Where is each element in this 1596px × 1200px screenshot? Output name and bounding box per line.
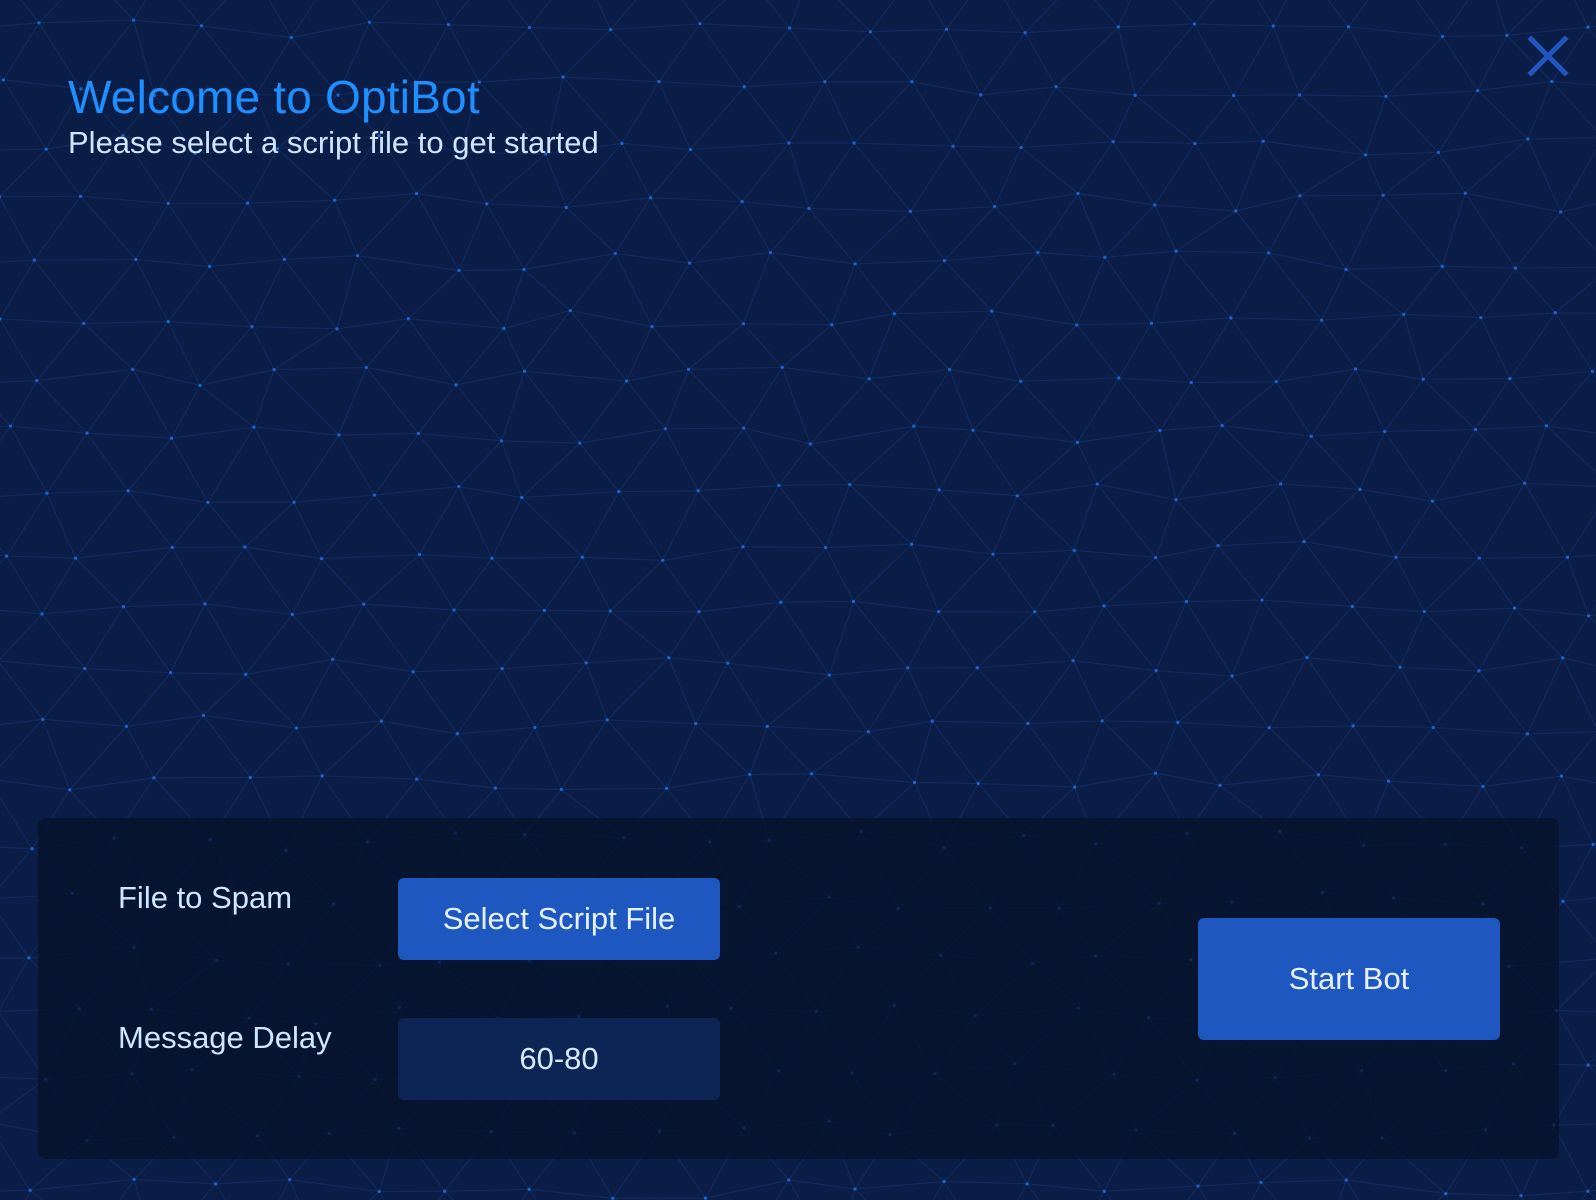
close-button[interactable]	[1526, 34, 1570, 78]
file-to-spam-label: File to Spam	[118, 880, 293, 915]
control-panel: File to Spam Select Script File Message …	[38, 818, 1559, 1159]
close-icon	[1527, 35, 1569, 77]
select-script-file-button[interactable]: Select Script File	[398, 878, 720, 960]
start-bot-button[interactable]: Start Bot	[1198, 918, 1500, 1040]
message-delay-label: Message Delay	[118, 1020, 332, 1055]
header: Welcome to OptiBot Please select a scrip…	[68, 70, 599, 162]
page-subtitle: Please select a script file to get start…	[68, 125, 599, 160]
page-title: Welcome to OptiBot	[68, 71, 480, 123]
message-delay-input[interactable]: 60-80	[398, 1018, 720, 1100]
